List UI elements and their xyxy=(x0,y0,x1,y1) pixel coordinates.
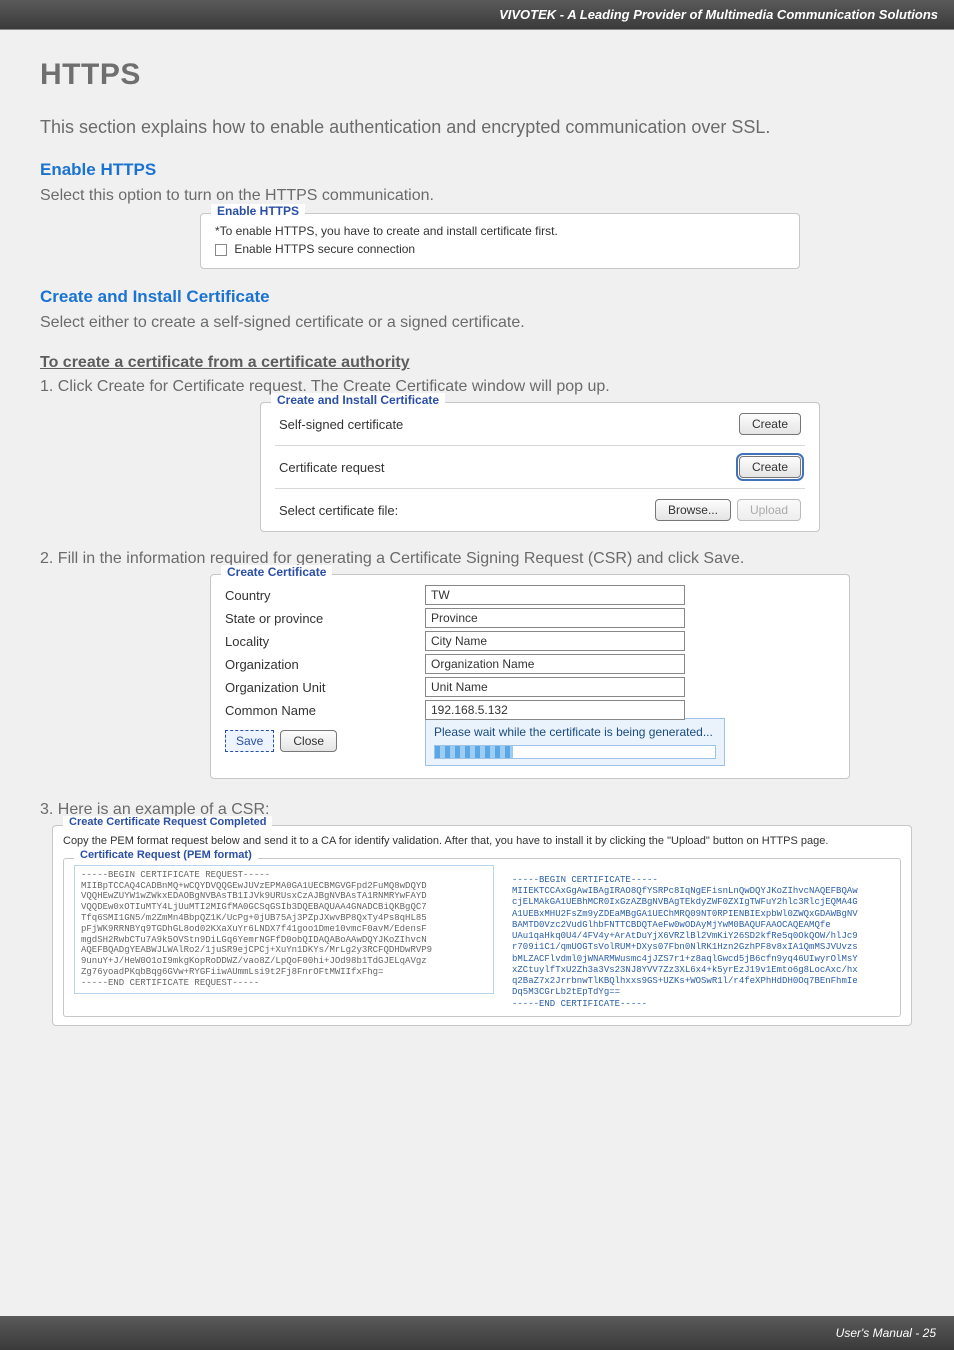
state-input[interactable] xyxy=(425,608,685,628)
top-brand-bar: VIVOTEK - A Leading Provider of Multimed… xyxy=(0,0,954,30)
enable-https-note: *To enable HTTPS, you have to create and… xyxy=(215,224,785,238)
enable-https-legend: Enable HTTPS xyxy=(211,204,305,218)
create-cert-request-button[interactable]: Create xyxy=(739,456,801,478)
section-enable-desc: Select this option to turn on the HTTPS … xyxy=(40,184,914,207)
generating-message-text: Please wait while the certificate is bei… xyxy=(434,725,713,739)
csr-completed-fieldset: Create Certificate Request Completed Cop… xyxy=(52,825,912,1025)
page-title: HTTPS xyxy=(40,58,914,92)
section-create-desc: Select either to create a self-signed ce… xyxy=(40,311,914,334)
enable-https-checkbox-label: Enable HTTPS secure connection xyxy=(234,242,415,256)
section-enable-title: Enable HTTPS xyxy=(40,160,914,180)
howto-heading: To create a certificate from a certifica… xyxy=(40,354,914,372)
footer-bar: User's Manual - 25 xyxy=(0,1316,954,1350)
step-1: 1. Click Create for Certificate request.… xyxy=(40,378,914,396)
select-cert-file-label: Select certificate file: xyxy=(279,503,540,518)
progress-fill xyxy=(435,746,513,758)
save-button[interactable]: Save xyxy=(225,730,274,752)
create-certificate-legend: Create Certificate xyxy=(221,565,332,579)
cert-request-label: Certificate request xyxy=(279,460,739,475)
country-input[interactable] xyxy=(425,585,685,605)
generating-message: Please wait while the certificate is bei… xyxy=(425,718,725,766)
intro-paragraph: This section explains how to enable auth… xyxy=(40,114,914,140)
enable-https-fieldset: Enable HTTPS *To enable HTTPS, you have … xyxy=(200,213,800,269)
pem-legend: Certificate Request (PEM format) xyxy=(74,849,258,861)
create-install-fieldset: Create and Install Certificate Self-sign… xyxy=(260,402,820,532)
csr-completed-legend: Create Certificate Request Completed xyxy=(63,816,272,828)
browse-button[interactable]: Browse... xyxy=(655,499,731,521)
page-content: HTTPS This section explains how to enabl… xyxy=(0,30,954,1026)
create-self-signed-button[interactable]: Create xyxy=(739,413,801,435)
section-create-title: Create and Install Certificate xyxy=(40,287,914,307)
pem-request-text[interactable]: -----BEGIN CERTIFICATE REQUEST----- MIIB… xyxy=(74,865,494,994)
country-label: Country xyxy=(225,588,425,603)
pem-fieldset: Certificate Request (PEM format) -----BE… xyxy=(63,858,901,1017)
pem-certificate-text: -----BEGIN CERTIFICATE----- MIIEKTCCAxGg… xyxy=(512,865,890,1010)
org-input[interactable] xyxy=(425,654,685,674)
self-signed-label: Self-signed certificate xyxy=(279,417,739,432)
enable-https-checkbox[interactable] xyxy=(215,244,227,256)
common-input[interactable] xyxy=(425,700,685,720)
locality-label: Locality xyxy=(225,634,425,649)
state-label: State or province xyxy=(225,611,425,626)
unit-input[interactable] xyxy=(425,677,685,697)
locality-input[interactable] xyxy=(425,631,685,651)
common-label: Common Name xyxy=(225,703,425,718)
create-certificate-fieldset: Create Certificate Country State or prov… xyxy=(210,574,850,779)
csr-completed-note: Copy the PEM format request below and se… xyxy=(63,834,901,849)
step-2: 2. Fill in the information required for … xyxy=(40,550,914,568)
create-install-legend: Create and Install Certificate xyxy=(271,393,445,407)
org-label: Organization xyxy=(225,657,425,672)
progress-bar xyxy=(434,745,716,759)
unit-label: Organization Unit xyxy=(225,680,425,695)
close-button[interactable]: Close xyxy=(280,730,337,752)
upload-button[interactable]: Upload xyxy=(737,499,801,521)
